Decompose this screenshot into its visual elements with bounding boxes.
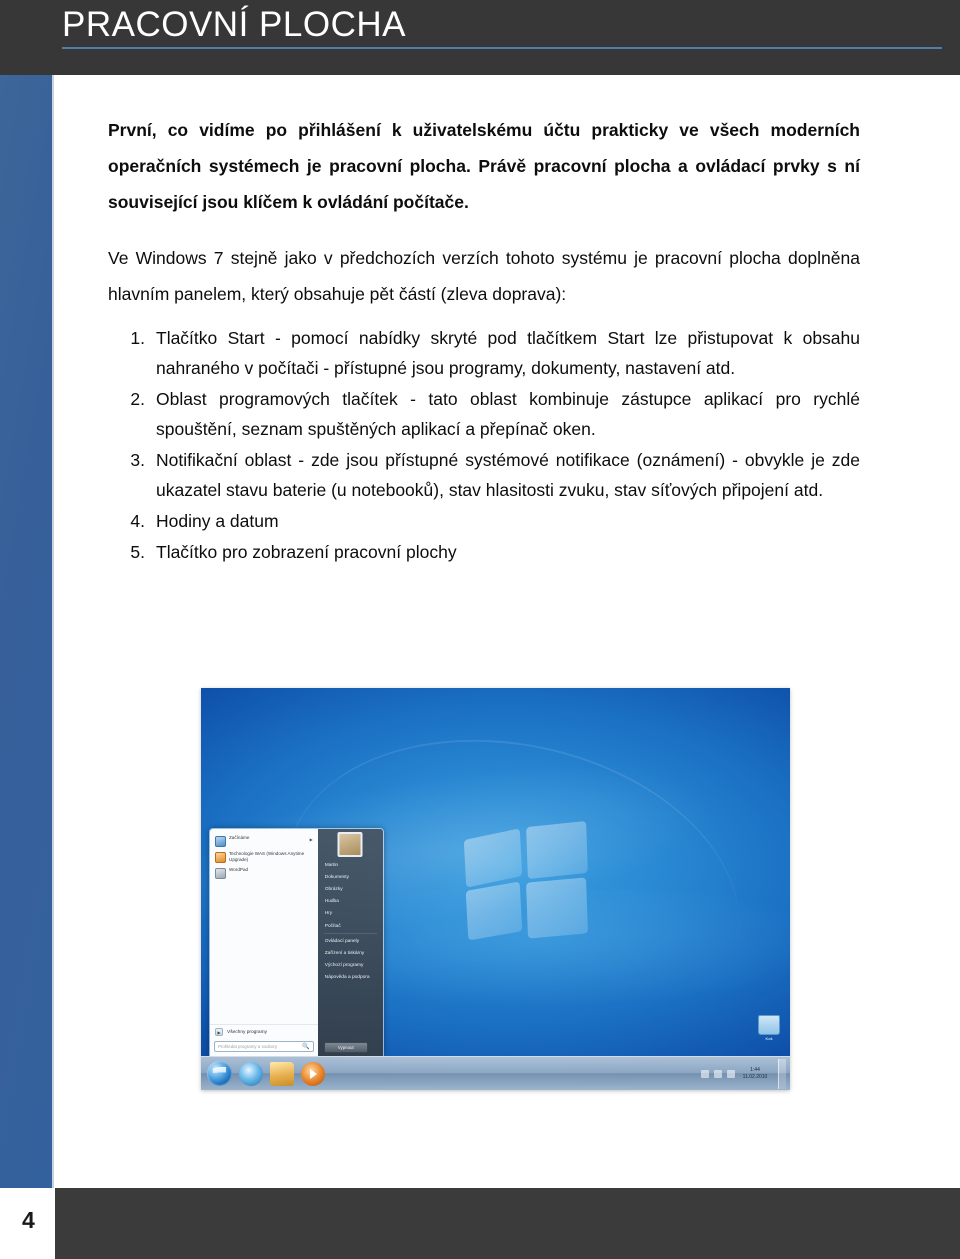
search-icon: 🔍 bbox=[302, 1044, 310, 1050]
document-page: PRACOVNÍ PLOCHA První, co vidíme po přih… bbox=[0, 0, 960, 1259]
left-accent-strip bbox=[0, 75, 53, 1188]
taskbar-clock[interactable]: 1:44 11.02.2010 bbox=[740, 1067, 770, 1081]
page-number: 4 bbox=[22, 1207, 35, 1233]
start-menu-item-label: WordPad bbox=[229, 867, 249, 872]
start-menu-item[interactable]: Začínáme ▶ bbox=[213, 833, 315, 849]
recycle-bin-glyph bbox=[758, 1015, 780, 1035]
start-menu-search-input[interactable]: Prohledat programy a soubory 🔍 bbox=[214, 1041, 314, 1052]
start-menu-link-games[interactable]: Hry bbox=[318, 908, 383, 920]
start-menu-link-help[interactable]: Nápověda a podpora bbox=[318, 972, 383, 984]
windows-desktop: Koš Začínáme ▶ Technologie WAS (Windows … bbox=[201, 688, 790, 1090]
shutdown-button[interactable]: Vypnout bbox=[323, 1042, 368, 1053]
start-menu-link-pictures[interactable]: Obrázky bbox=[318, 883, 383, 895]
list-item: 5. Tlačítko pro zobrazení pracovní ploch… bbox=[108, 537, 860, 567]
start-menu-link-control-panel[interactable]: Ovládací panely bbox=[318, 935, 383, 947]
list-item-text: Tlačítko Start - pomocí nabídky skryté p… bbox=[156, 328, 860, 378]
start-menu-link-devices[interactable]: Zařízení a tiskárny bbox=[318, 947, 383, 959]
clock-time: 1:44 bbox=[750, 1066, 760, 1073]
start-menu-panel[interactable]: Začínáme ▶ Technologie WAS (Windows Anyt… bbox=[209, 828, 384, 1056]
wordpad-icon bbox=[215, 868, 226, 879]
header-divider bbox=[62, 47, 942, 49]
secondary-paragraph: Ve Windows 7 stejně jako v předchozích v… bbox=[108, 248, 860, 304]
left-accent-edge bbox=[52, 75, 54, 1188]
list-item-number: 3. bbox=[130, 450, 145, 470]
list-item: 4. Hodiny a datum bbox=[108, 506, 860, 536]
start-menu-right-column: Martin Dokumenty Obrázky Hudba Hry Počít… bbox=[317, 829, 383, 1056]
all-programs-label: Všechny programy bbox=[227, 1029, 267, 1035]
windows-explorer-icon[interactable] bbox=[270, 1061, 294, 1086]
tray-action-center-icon[interactable] bbox=[727, 1069, 735, 1078]
list-item-text: Tlačítko pro zobrazení pracovní plochy bbox=[156, 542, 457, 562]
clock-date: 11.02.2010 bbox=[742, 1073, 768, 1080]
chevron-right-icon: ▶ bbox=[215, 1028, 223, 1036]
start-menu-item[interactable]: WordPad bbox=[213, 865, 315, 881]
getting-started-icon bbox=[215, 836, 226, 847]
tray-network-icon[interactable] bbox=[701, 1069, 709, 1078]
list-item-text: Hodiny a datum bbox=[156, 511, 279, 531]
start-menu-left-column: Začínáme ▶ Technologie WAS (Windows Anyt… bbox=[210, 829, 318, 1056]
avatar[interactable] bbox=[337, 832, 363, 857]
search-placeholder: Prohledat programy a soubory bbox=[218, 1044, 278, 1049]
list-item-number: 5. bbox=[130, 542, 145, 562]
windows7-desktop-figure: Koš Začínáme ▶ Technologie WAS (Windows … bbox=[201, 688, 790, 1090]
notification-area: 1:44 11.02.2010 bbox=[701, 1067, 774, 1081]
start-menu-link-default-programs[interactable]: Výchozí programy bbox=[318, 960, 383, 972]
list-item: 2. Oblast programových tlačítek - tato o… bbox=[108, 384, 860, 444]
start-menu-search-wrapper: Prohledat programy a soubory 🔍 bbox=[210, 1039, 318, 1056]
chevron-right-icon: ▶ bbox=[309, 837, 313, 842]
start-menu-link-documents[interactable]: Dokumenty bbox=[318, 871, 383, 883]
recycle-bin-label: Koš bbox=[765, 1036, 773, 1041]
start-menu-item-label: Začínáme bbox=[229, 835, 250, 840]
start-menu-program-list: Začínáme ▶ Technologie WAS (Windows Anyt… bbox=[210, 829, 318, 1024]
content-body: První, co vidíme po přihlášení k uživate… bbox=[108, 112, 860, 568]
list-item: 1. Tlačítko Start - pomocí nabídky skryt… bbox=[108, 323, 860, 383]
tray-volume-icon[interactable] bbox=[714, 1069, 722, 1078]
list-item-text: Oblast programových tlačítek - tato obla… bbox=[156, 389, 860, 439]
taskbar-parts-list: 1. Tlačítko Start - pomocí nabídky skryt… bbox=[108, 323, 860, 567]
windows-media-player-icon[interactable] bbox=[301, 1061, 325, 1086]
page-header: PRACOVNÍ PLOCHA bbox=[0, 0, 960, 75]
recycle-bin-icon[interactable]: Koš bbox=[752, 1015, 786, 1042]
windows-taskbar: 1:44 11.02.2010 bbox=[201, 1056, 790, 1090]
intro-paragraph: První, co vidíme po přihlášení k uživate… bbox=[108, 120, 860, 212]
list-item-number: 2. bbox=[130, 389, 145, 409]
start-menu-link-computer[interactable]: Počítač bbox=[318, 920, 383, 932]
page-footer bbox=[55, 1188, 960, 1259]
start-menu-item-label: Technologie WAS (Windows Anytime Upgrade… bbox=[229, 851, 305, 862]
internet-explorer-icon[interactable] bbox=[239, 1061, 263, 1086]
start-menu-separator bbox=[323, 933, 377, 935]
show-desktop-button[interactable] bbox=[778, 1058, 786, 1089]
upgrade-icon bbox=[215, 852, 226, 863]
start-menu-link-music[interactable]: Hudba bbox=[318, 896, 383, 908]
list-item-number: 4. bbox=[130, 511, 145, 531]
start-button-orb[interactable] bbox=[207, 1061, 232, 1086]
all-programs-button[interactable]: ▶ Všechny programy bbox=[210, 1024, 318, 1039]
list-item: 3. Notifikační oblast - zde jsou přístup… bbox=[108, 445, 860, 505]
list-item-text: Notifikační oblast - zde jsou přístupné … bbox=[156, 450, 860, 500]
start-menu-link-user[interactable]: Martin bbox=[318, 859, 383, 871]
windows-logo-icon bbox=[463, 820, 591, 944]
start-menu-item[interactable]: Technologie WAS (Windows Anytime Upgrade… bbox=[213, 849, 315, 865]
page-title: PRACOVNÍ PLOCHA bbox=[62, 5, 406, 44]
list-item-number: 1. bbox=[130, 328, 145, 348]
